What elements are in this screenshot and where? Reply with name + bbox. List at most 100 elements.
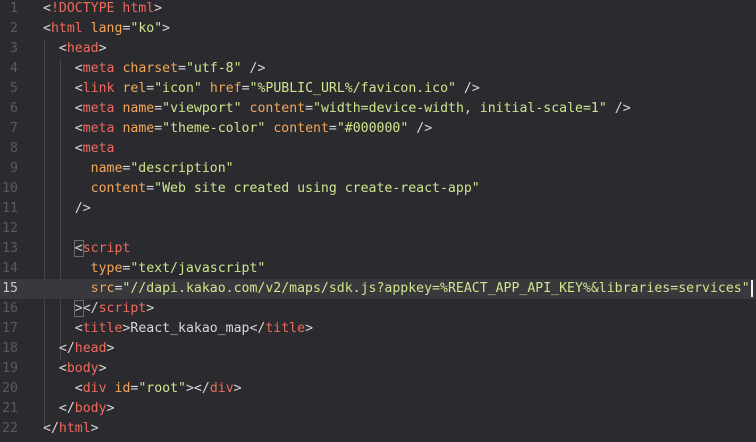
matched-bracket: > bbox=[73, 300, 84, 317]
line-number: 3 bbox=[10, 41, 18, 56]
code-line[interactable]: 17 <title>React_kakao_map</title> bbox=[0, 319, 756, 339]
code-tag-name: body bbox=[74, 401, 107, 416]
line-code[interactable]: <div id="root"></div> bbox=[43, 379, 242, 399]
code-line[interactable]: 8 <meta bbox=[0, 139, 756, 159]
code-string: "icon" bbox=[154, 81, 202, 96]
line-code[interactable]: <meta name="theme-color" content="#00000… bbox=[43, 119, 432, 139]
code-line[interactable]: 2 <html lang="ko"> bbox=[0, 19, 756, 39]
code-line[interactable]: 5 <link rel="icon" href="%PUBLIC_URL%/fa… bbox=[0, 79, 756, 99]
line-code[interactable]: ></script> bbox=[43, 299, 154, 319]
code-tag-name: div bbox=[209, 381, 234, 396]
line-number: 18 bbox=[2, 341, 18, 356]
code-string: "%PUBLIC_URL%/favicon.ico" bbox=[249, 81, 456, 96]
code-punctuation: > bbox=[154, 1, 163, 16]
code-string: "viewport" bbox=[162, 101, 242, 116]
line-number: 1 bbox=[10, 1, 18, 16]
code-line[interactable]: 11 /> bbox=[0, 199, 756, 219]
line-code[interactable]: src="//dapi.kakao.com/v2/maps/sdk.js?app… bbox=[43, 279, 753, 299]
line-code[interactable]: </head> bbox=[43, 339, 115, 359]
code-line[interactable]: 4 <meta charset="utf-8" /> bbox=[0, 59, 756, 79]
line-code[interactable]: content="Web site created using create-r… bbox=[43, 179, 480, 199]
code-line[interactable]: 22 </html> bbox=[0, 419, 756, 439]
line-code[interactable]: <head> bbox=[43, 39, 107, 59]
code-punctuation: > bbox=[98, 41, 107, 56]
code-punctuation: < bbox=[58, 41, 67, 56]
line-number: 9 bbox=[10, 161, 18, 176]
code-attribute: name bbox=[90, 161, 123, 176]
line-code[interactable]: </body> bbox=[43, 399, 115, 419]
code-punctuation: ></ bbox=[185, 381, 210, 396]
code-line[interactable]: 19 <body> bbox=[0, 359, 756, 379]
code-line[interactable]: 7 <meta name="theme-color" content="#000… bbox=[0, 119, 756, 139]
code-tag-name: title bbox=[265, 321, 306, 336]
line-code[interactable]: type="text/javascript" bbox=[43, 259, 266, 279]
code-string: "//dapi.kakao.com/v2/maps/sdk.js?appkey=… bbox=[122, 281, 750, 296]
code-attribute: content bbox=[249, 101, 306, 116]
code-attribute: content bbox=[273, 121, 329, 136]
line-code[interactable]: <meta name="viewport" content="width=dev… bbox=[43, 99, 631, 119]
code-editor[interactable]: 1 <!DOCTYPE html> 2 <html lang="ko"> 3 <head… bbox=[0, 0, 756, 442]
code-line[interactable]: 20 <div id="root"></div> bbox=[0, 379, 756, 399]
code-punctuation: = bbox=[328, 121, 337, 136]
code-punctuation: < bbox=[74, 141, 83, 156]
code-tag-name: head bbox=[74, 341, 107, 356]
code-line[interactable]: 13 <script bbox=[0, 239, 756, 259]
line-code[interactable]: <link rel="icon" href="%PUBLIC_URL%/favi… bbox=[43, 79, 480, 99]
code-line[interactable]: 12 bbox=[0, 219, 756, 239]
code-punctuation: < bbox=[74, 61, 83, 76]
code-tag-name: meta bbox=[82, 61, 115, 76]
code-line[interactable]: 6 <meta name="viewport" content="width=d… bbox=[0, 99, 756, 119]
line-code[interactable]: <title>React_kakao_map</title> bbox=[43, 319, 313, 339]
line-code[interactable]: name="description" bbox=[43, 159, 234, 179]
line-code[interactable]: <!DOCTYPE html> bbox=[43, 0, 162, 19]
line-code[interactable]: <body> bbox=[43, 359, 107, 379]
code-punctuation: /> bbox=[249, 61, 266, 76]
code-punctuation: </ bbox=[58, 401, 75, 416]
code-string: "Web site created using create-react-app… bbox=[154, 181, 480, 196]
line-code[interactable]: </html> bbox=[43, 419, 99, 439]
code-line[interactable]: 9 name="description" bbox=[0, 159, 756, 179]
line-code[interactable]: /> bbox=[43, 199, 91, 219]
code-line[interactable]: 14 type="text/javascript" bbox=[0, 259, 756, 279]
code-string: "#000000" bbox=[336, 121, 409, 136]
code-punctuation: /> bbox=[463, 81, 480, 96]
code-line[interactable]: 18 </head> bbox=[0, 339, 756, 359]
code-punctuation: /> bbox=[74, 201, 91, 216]
line-code[interactable]: <script bbox=[43, 239, 130, 259]
code-attribute: name bbox=[122, 121, 155, 136]
code-punctuation: > bbox=[162, 21, 171, 36]
line-code[interactable]: <meta bbox=[43, 139, 115, 159]
line-number: 8 bbox=[10, 141, 18, 156]
code-tag-name: html bbox=[58, 421, 91, 436]
line-code[interactable]: <meta charset="utf-8" /> bbox=[43, 59, 266, 79]
line-number: 7 bbox=[10, 121, 18, 136]
code-tag-name: html bbox=[50, 21, 83, 36]
line-code[interactable]: <html lang="ko"> bbox=[43, 19, 170, 39]
code-punctuation: </ bbox=[249, 321, 266, 336]
code-line[interactable]: 21 </body> bbox=[0, 399, 756, 419]
line-number: 12 bbox=[2, 221, 18, 236]
code-line[interactable]: 3 <head> bbox=[0, 39, 756, 59]
code-line[interactable]: 1 <!DOCTYPE html> bbox=[0, 0, 756, 19]
code-line[interactable]: 15 src="//dapi.kakao.com/v2/maps/sdk.js?… bbox=[0, 279, 756, 299]
code-attribute: content bbox=[90, 181, 147, 196]
code-attribute: lang bbox=[90, 21, 123, 36]
code-punctuation: /> bbox=[416, 121, 433, 136]
code-line[interactable]: 16 ></script> bbox=[0, 299, 756, 319]
code-string: "utf-8" bbox=[185, 61, 242, 76]
code-line[interactable]: 10 content="Web site created using creat… bbox=[0, 179, 756, 199]
code-punctuation: < bbox=[43, 21, 51, 36]
code-punctuation: > bbox=[233, 381, 242, 396]
code-lines[interactable]: 1 <!DOCTYPE html> 2 <html lang="ko"> 3 <head… bbox=[0, 0, 756, 439]
code-doctype: !DOCTYPE html bbox=[50, 1, 155, 16]
